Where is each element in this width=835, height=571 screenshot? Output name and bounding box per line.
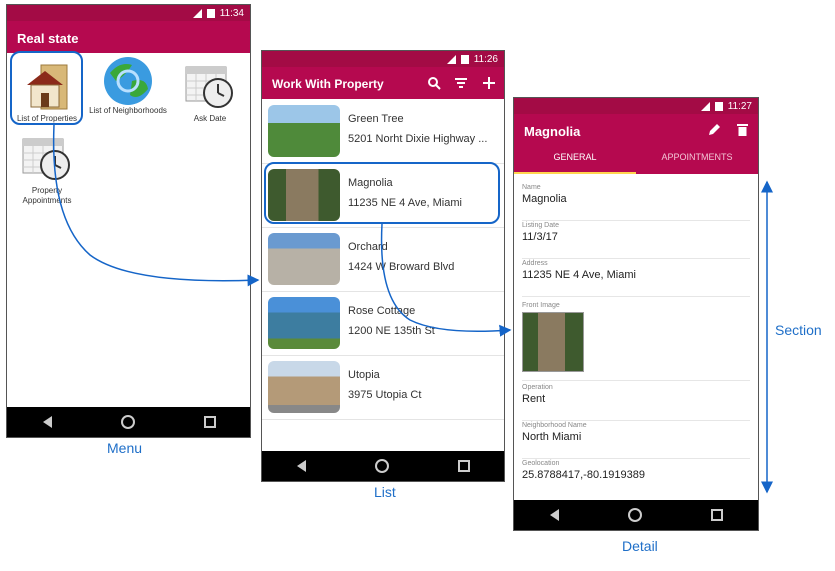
caption-detail: Detail (622, 538, 658, 554)
caption-menu: Menu (107, 440, 143, 456)
flow-arrows (52, 124, 773, 494)
arrow-menu-to-list (52, 124, 260, 287)
caption-list: List (374, 484, 396, 500)
caption-section: Section (775, 322, 822, 338)
arrow-list-to-detail (380, 223, 512, 337)
